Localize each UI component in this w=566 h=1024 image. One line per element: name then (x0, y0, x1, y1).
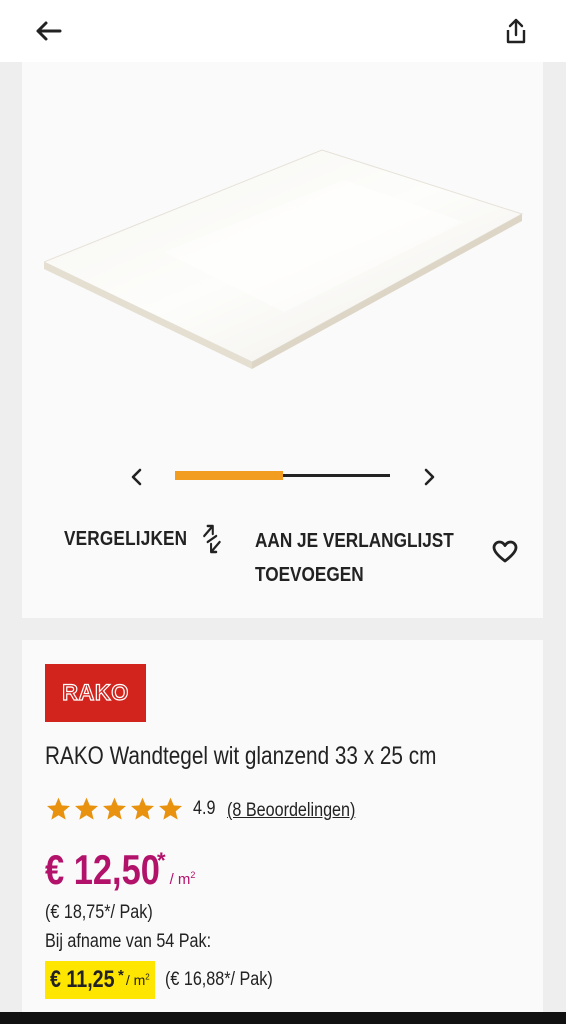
bottom-bar (0, 1012, 566, 1024)
star-icon (131, 797, 154, 820)
heart-icon[interactable] (492, 540, 518, 569)
star-icon (75, 797, 98, 820)
product-image[interactable] (42, 62, 524, 447)
compare-label: VERGELIJKEN (64, 527, 188, 550)
bulk-price-unit: / m2 (125, 972, 150, 988)
brand-logo-text: RAKO (62, 679, 129, 705)
rating-stars (45, 796, 185, 822)
compare-arrows-icon (203, 524, 221, 554)
chevron-left-icon (131, 468, 142, 486)
brand-logo[interactable]: RAKO (45, 664, 146, 722)
gallery-next-button[interactable] (414, 462, 444, 492)
gallery-progress-track (175, 471, 390, 480)
bulk-price-amount: € 11,25 (50, 966, 115, 993)
price-unit: / m2 (169, 870, 196, 888)
bulk-price-row: € 11,25 * / m2 (€ 16,88*/ Pak) (45, 961, 292, 999)
pack-price: (€ 18,75*/ Pak) (45, 902, 153, 923)
tile-image (42, 149, 524, 369)
wishlist-label-line2: TOEVOEGEN (255, 564, 364, 586)
rating-value: 4.9 (193, 798, 216, 819)
product-info-card: RAKO RAKO Wandtegel wit glanzend 33 x 25… (22, 640, 543, 1012)
share-icon (506, 18, 526, 44)
price-amount: € 12,50 (45, 846, 160, 893)
star-icon (103, 797, 126, 820)
compare-button[interactable]: VERGELIJKEN (64, 524, 223, 554)
product-gallery-card: VERGELIJKEN AAN JE VERLANGLIJST TOEVOEGE… (22, 62, 543, 618)
top-bar (0, 0, 566, 62)
rating: 4.9 (45, 796, 219, 822)
arrow-left-icon (36, 21, 62, 41)
bulk-price-highlight: € 11,25 * / m2 (45, 961, 155, 999)
wishlist-label-line1: AAN JE VERLANGLIJST (255, 530, 454, 552)
star-icon (159, 797, 182, 820)
gallery-prev-button[interactable] (122, 462, 152, 492)
reviews-link[interactable]: (8 Beoordelingen) (227, 800, 355, 822)
bulk-pack-price: (€ 16,88*/ Pak) (164, 969, 273, 990)
share-button[interactable] (496, 11, 536, 51)
bulk-label: Bij afname van 54 Pak: (45, 931, 212, 952)
star-icon (47, 797, 70, 820)
bulk-price-asterisk: * (118, 966, 124, 984)
gallery-progress-fill (175, 471, 283, 480)
product-title: RAKO Wandtegel wit glanzend 33 x 25 cm (45, 742, 437, 770)
gallery-slider (22, 462, 543, 492)
add-to-wishlist-button[interactable]: AAN JE VERLANGLIJST TOEVOEGEN (255, 524, 479, 592)
price: € 12,50 * / m2 (45, 846, 195, 894)
back-button[interactable] (28, 11, 68, 51)
chevron-right-icon (424, 468, 435, 486)
